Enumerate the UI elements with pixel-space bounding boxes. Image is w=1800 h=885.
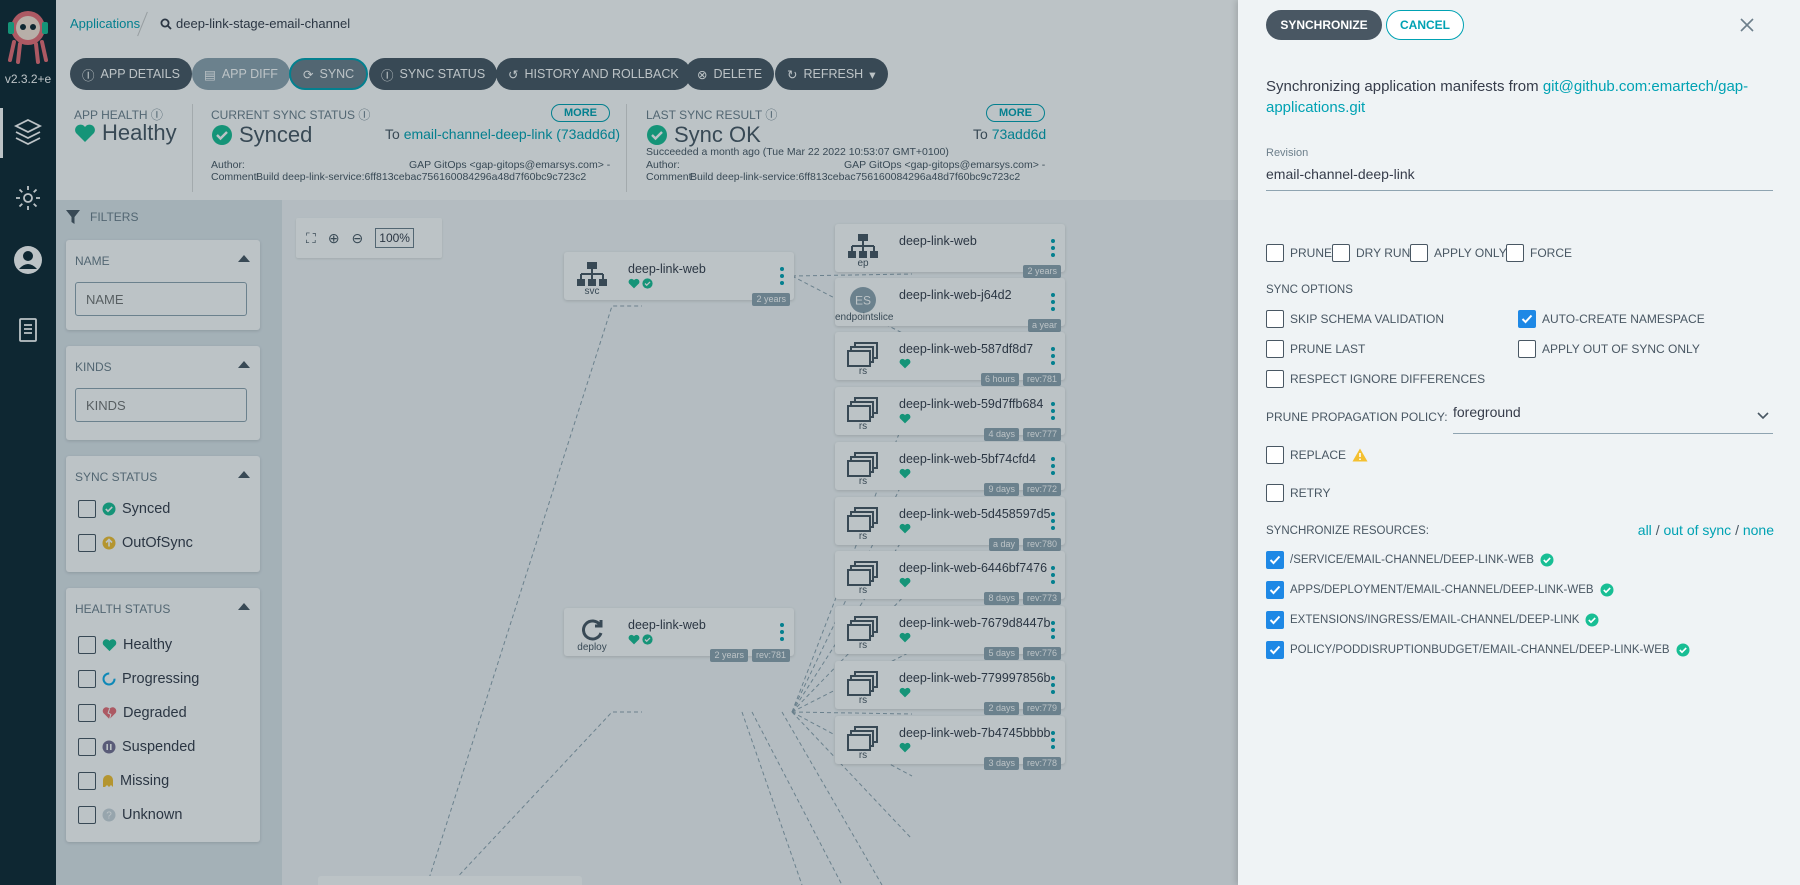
option-replace[interactable]: REPLACE	[1266, 446, 1368, 464]
option-prune-last[interactable]: PRUNE LAST	[1266, 340, 1365, 358]
cancel-button[interactable]: CANCEL	[1386, 10, 1464, 40]
sync-resource-item[interactable]: POLICY/PODDISRUPTIONBUDGET/EMAIL-CHANNEL…	[1266, 641, 1690, 659]
select-none-link[interactable]: none	[1743, 522, 1774, 538]
prune-policy-label: PRUNE PROPAGATION POLICY:	[1266, 410, 1448, 424]
check-circle-icon	[1600, 583, 1614, 597]
option-apply-out-of-sync[interactable]: APPLY OUT OF SYNC ONLY	[1518, 340, 1700, 358]
chevron-down-icon	[1757, 412, 1769, 420]
separator: /	[1735, 522, 1739, 538]
separator: /	[1655, 522, 1660, 538]
sync-panel: SYNCHRONIZE CANCEL Synchronizing applica…	[1238, 0, 1800, 885]
sync-intro: Synchronizing application manifests from…	[1266, 78, 1749, 116]
checkbox[interactable]	[1266, 310, 1284, 328]
checkbox[interactable]	[1266, 244, 1284, 262]
option-auto-create-namespace[interactable]: AUTO-CREATE NAMESPACE	[1518, 310, 1705, 328]
revision-input[interactable]: email-channel-deep-link	[1266, 164, 1773, 191]
option-respect-ignore[interactable]: RESPECT IGNORE DIFFERENCES	[1266, 370, 1485, 388]
checkbox-checked[interactable]	[1266, 641, 1284, 659]
sync-options-title: SYNC OPTIONS	[1266, 284, 1353, 296]
check-circle-icon	[1676, 643, 1690, 657]
checkbox-checked[interactable]	[1266, 611, 1284, 629]
option-skip-schema[interactable]: SKIP SCHEMA VALIDATION	[1266, 310, 1444, 328]
revision-label: Revision	[1266, 147, 1309, 159]
resource-selectors: all / out of sync / none	[1638, 522, 1774, 538]
resource-path: POLICY/PODDISRUPTIONBUDGET/EMAIL-CHANNEL…	[1290, 644, 1670, 656]
resource-path: APPS/DEPLOYMENT/EMAIL-CHANNEL/DEEP-LINK-…	[1290, 584, 1594, 596]
synchronize-button[interactable]: SYNCHRONIZE	[1266, 10, 1382, 40]
checkmark-icon	[1269, 555, 1281, 565]
select-out-of-sync-link[interactable]: out of sync	[1663, 522, 1731, 538]
sync-resource-item[interactable]: EXTENSIONS/INGRESS/EMAIL-CHANNEL/DEEP-LI…	[1266, 611, 1599, 629]
checkbox[interactable]	[1266, 446, 1284, 464]
option-dry-run[interactable]: DRY RUN	[1332, 244, 1410, 262]
warning-icon	[1352, 448, 1368, 462]
sync-resource-item[interactable]: APPS/DEPLOYMENT/EMAIL-CHANNEL/DEEP-LINK-…	[1266, 581, 1614, 599]
option-retry[interactable]: RETRY	[1266, 484, 1330, 502]
option-prune[interactable]: PRUNE	[1266, 244, 1332, 262]
select-all-link[interactable]: all	[1638, 522, 1652, 538]
checkbox[interactable]	[1506, 244, 1524, 262]
checkbox[interactable]	[1518, 340, 1536, 358]
modal-backdrop[interactable]	[0, 0, 1238, 885]
sync-resource-item[interactable]: /SERVICE/EMAIL-CHANNEL/DEEP-LINK-WEB	[1266, 551, 1554, 569]
option-force[interactable]: FORCE	[1506, 244, 1572, 262]
checkmark-icon	[1269, 645, 1281, 655]
checkmark-icon	[1269, 585, 1281, 595]
resource-path: EXTENSIONS/INGRESS/EMAIL-CHANNEL/DEEP-LI…	[1290, 614, 1580, 626]
checkmark-icon	[1269, 615, 1281, 625]
check-circle-icon	[1585, 613, 1599, 627]
checkbox-checked[interactable]	[1266, 551, 1284, 569]
checkbox[interactable]	[1266, 340, 1284, 358]
checkbox-checked[interactable]	[1266, 581, 1284, 599]
resource-path: /SERVICE/EMAIL-CHANNEL/DEEP-LINK-WEB	[1290, 554, 1534, 566]
checkbox[interactable]	[1332, 244, 1350, 262]
checkbox[interactable]	[1266, 370, 1284, 388]
prune-policy-select[interactable]: foreground	[1453, 404, 1773, 434]
option-apply-only[interactable]: APPLY ONLY	[1410, 244, 1507, 262]
sync-resources-title: SYNCHRONIZE RESOURCES:	[1266, 525, 1429, 537]
prune-policy-value: foreground	[1453, 404, 1521, 420]
check-circle-icon	[1540, 553, 1554, 567]
checkbox-checked[interactable]	[1518, 310, 1536, 328]
close-icon[interactable]	[1738, 16, 1756, 34]
checkmark-icon	[1521, 314, 1533, 324]
checkbox[interactable]	[1266, 484, 1284, 502]
checkbox[interactable]	[1410, 244, 1428, 262]
